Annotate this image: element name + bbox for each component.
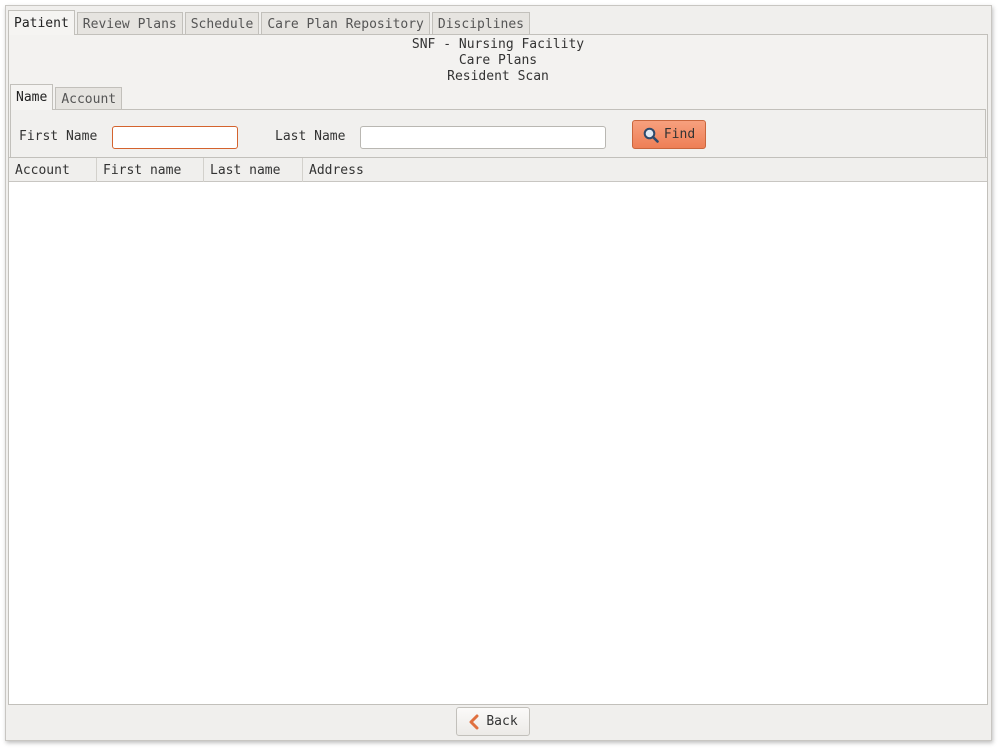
tab-label: Account	[61, 91, 117, 107]
chevron-left-icon	[469, 714, 479, 729]
tab-label: Schedule	[190, 16, 254, 32]
tab-name[interactable]: Name	[10, 84, 54, 110]
tab-label: Name	[16, 90, 48, 105]
patient-panel: SNF - Nursing Facility Care Plans Reside…	[8, 34, 988, 705]
search-tab-bar: Name Account	[10, 84, 124, 110]
back-button[interactable]: Back	[456, 707, 530, 736]
tab-label: Care Plan Repository	[267, 16, 424, 32]
column-header-account[interactable]: Account	[9, 158, 97, 182]
column-label: Address	[309, 162, 364, 178]
page-title: Resident Scan	[447, 69, 549, 84]
first-name-label: First Name	[19, 129, 98, 144]
first-name-input[interactable]	[112, 126, 238, 149]
resident-table: Account First name Last name Address	[9, 157, 987, 704]
module-title: Care Plans	[458, 53, 538, 68]
tab-label: Patient	[14, 15, 69, 31]
main-tab-bar: Patient Review Plans Schedule Care Plan …	[8, 10, 532, 35]
name-search-panel: First Name Last Name Find	[10, 109, 986, 158]
tab-review-plans[interactable]: Review Plans	[76, 12, 183, 35]
back-label: Back	[486, 714, 518, 729]
app-window: Patient Review Plans Schedule Care Plan …	[5, 5, 992, 741]
facility-title: SNF - Nursing Facility	[411, 37, 585, 52]
tab-schedule[interactable]: Schedule	[184, 12, 260, 35]
page-header: SNF - Nursing Facility Care Plans Reside…	[9, 37, 987, 85]
tab-account[interactable]: Account	[55, 87, 123, 110]
tab-disciplines[interactable]: Disciplines	[431, 12, 530, 35]
column-label: Last name	[210, 162, 281, 178]
table-header: Account First name Last name Address	[9, 158, 987, 182]
magnifier-icon	[643, 127, 659, 143]
table-body[interactable]	[9, 182, 987, 704]
column-label: First name	[103, 162, 182, 178]
find-label: Find	[663, 127, 696, 142]
tab-label: Review Plans	[82, 16, 177, 32]
tab-care-plan-repository[interactable]: Care Plan Repository	[261, 12, 430, 35]
tab-patient[interactable]: Patient	[8, 10, 75, 35]
column-header-address[interactable]: Address	[303, 158, 987, 182]
find-button[interactable]: Find	[632, 120, 706, 149]
last-name-input[interactable]	[360, 126, 606, 149]
column-header-first-name[interactable]: First name	[97, 158, 204, 182]
column-header-last-name[interactable]: Last name	[204, 158, 303, 182]
column-label: Account	[15, 162, 70, 178]
last-name-label: Last Name	[275, 129, 346, 144]
tab-label: Disciplines	[437, 16, 524, 32]
